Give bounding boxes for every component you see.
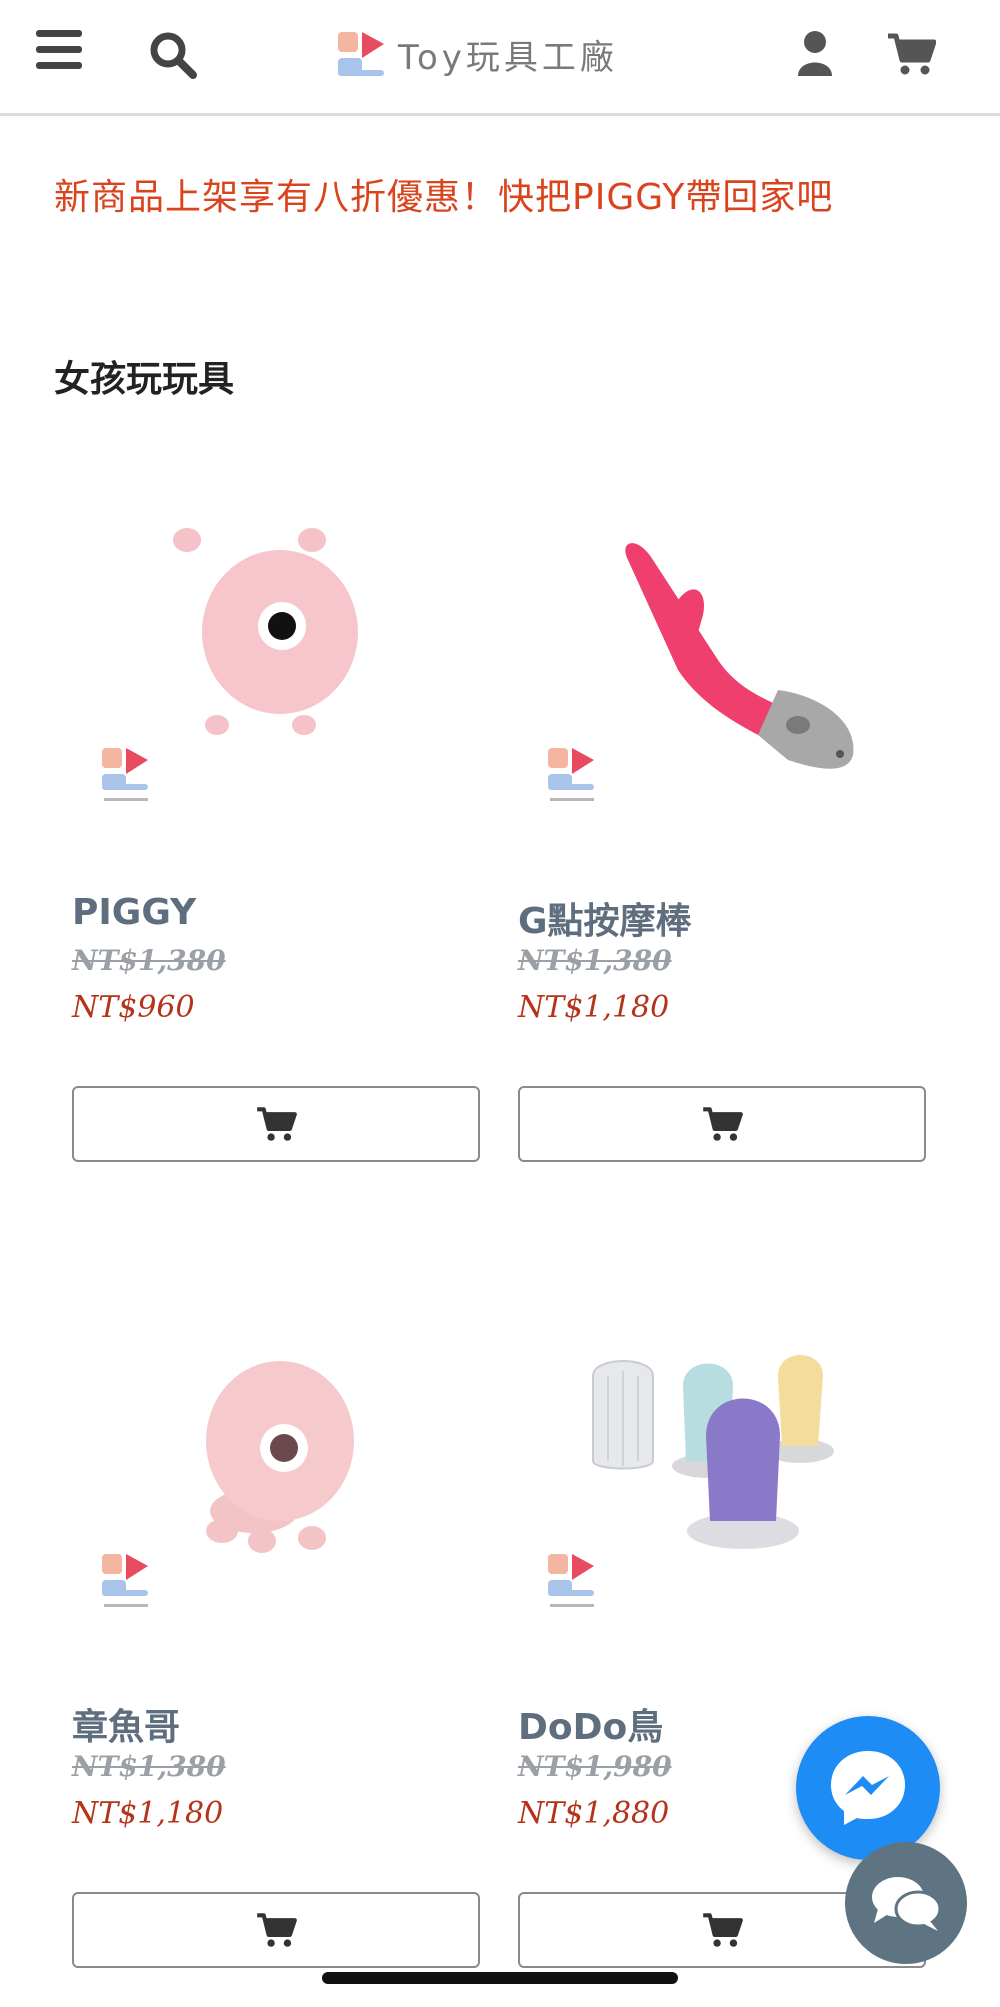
original-price: NT$1,380	[72, 944, 226, 977]
cart-icon	[703, 1107, 743, 1141]
original-price: NT$1,380	[518, 944, 672, 977]
brand-badge-icon	[548, 748, 594, 801]
sale-price: NT$1,180	[518, 990, 670, 1025]
cart-icon	[257, 1107, 297, 1141]
user-icon[interactable]	[796, 30, 834, 76]
hamburger-icon[interactable]	[36, 30, 82, 70]
site-logo[interactable]: Toy玩具工廠	[336, 28, 618, 80]
original-price: NT$1,980	[518, 1750, 672, 1783]
logo-mark-icon	[338, 32, 384, 76]
product-name[interactable]: DoDo鳥	[518, 1698, 663, 1750]
sale-price: NT$1,880	[518, 1796, 670, 1831]
search-icon[interactable]	[148, 30, 198, 80]
home-indicator	[322, 1972, 678, 1984]
brand-badge-icon	[102, 1554, 148, 1607]
chat-bubbles-icon	[872, 1877, 942, 1931]
messenger-icon	[831, 1751, 905, 1825]
cart-icon	[703, 1913, 743, 1947]
section-title: 女孩玩玩具	[54, 359, 235, 400]
logo-text: Toy玩具工廠	[398, 37, 618, 78]
sale-price: NT$1,180	[72, 1796, 224, 1831]
add-to-cart-button[interactable]	[518, 1086, 926, 1162]
cart-icon[interactable]	[886, 32, 936, 76]
original-price: NT$1,380	[72, 1750, 226, 1783]
cart-icon	[257, 1913, 297, 1947]
product-name[interactable]: 章魚哥	[72, 1698, 180, 1750]
messenger-button[interactable]	[796, 1716, 940, 1860]
brand-badge-icon	[548, 1554, 594, 1607]
chat-button[interactable]	[845, 1842, 967, 1964]
brand-badge-icon	[102, 748, 148, 801]
sale-price: NT$960	[72, 990, 195, 1025]
site-header: Toy玩具工廠	[0, 0, 1000, 116]
add-to-cart-button[interactable]	[72, 1892, 480, 1968]
promo-banner[interactable]: 新商品上架享有八折優惠！快把PIGGY帶回家吧	[54, 168, 833, 220]
add-to-cart-button[interactable]	[72, 1086, 480, 1162]
product-name[interactable]: G點按摩棒	[518, 892, 692, 944]
product-name[interactable]: PIGGY	[72, 892, 196, 933]
